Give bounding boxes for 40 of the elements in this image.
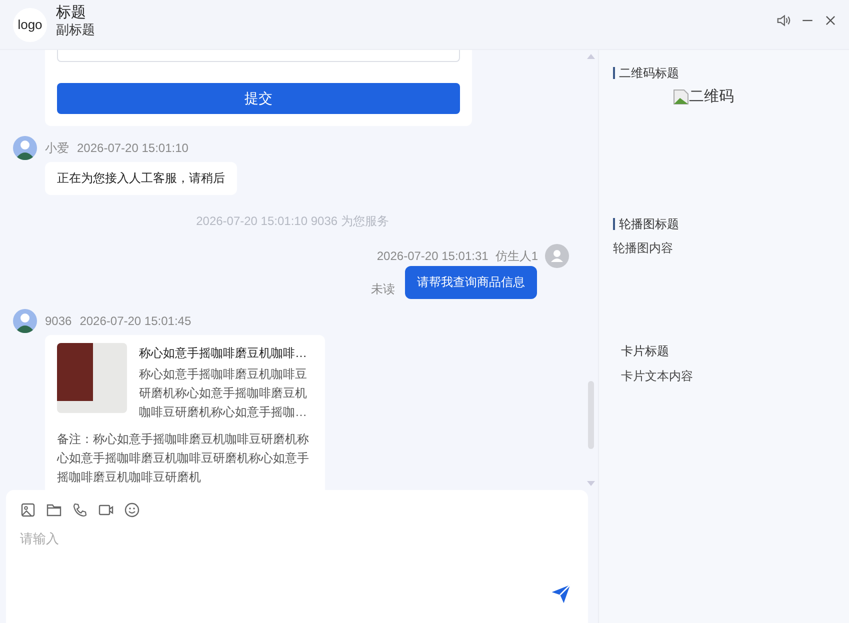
product-title: 称心如意手摇咖啡磨豆机咖啡… [139, 345, 308, 362]
send-icon[interactable] [550, 583, 572, 605]
message-bubble: 正在为您接入人工客服，请稍后 [45, 162, 237, 195]
section-title: 二维码标题 [613, 67, 835, 79]
product-note: 备注：称心如意手摇咖啡磨豆机咖啡豆研磨机称心如意手摇咖啡磨豆机咖啡豆研磨机称心如意手摇咖啡磨豆机咖啡豆研磨机 [57, 431, 310, 486]
speaker-icon[interactable] [776, 13, 791, 28]
phone-icon[interactable] [72, 502, 88, 518]
avatar-icon [13, 309, 37, 333]
avatar-icon [545, 244, 569, 268]
message-time: 2026-07-20 15:01:10 [77, 141, 188, 155]
sender-name: 小爱 [45, 140, 69, 156]
card-text: 卡片文本内容 [621, 368, 694, 385]
emoji-icon[interactable] [124, 502, 140, 518]
close-icon[interactable] [824, 14, 837, 27]
sender-name: 9036 [45, 314, 72, 328]
message-time: 2026-07-20 15:01:31 [376, 249, 488, 263]
broken-image-icon [673, 88, 689, 104]
image-icon[interactable] [20, 502, 36, 518]
message-input[interactable]: 请输入 [6, 518, 588, 623]
read-status: 未读 [371, 281, 395, 298]
window-subtitle: 副标题 [56, 22, 95, 38]
carousel-content: 轮播图内容 [613, 240, 674, 257]
product-description: 称心如意手摇咖啡磨豆机咖啡豆研磨机称心如意手摇咖啡磨豆机咖啡豆研磨机称心如意手摇咖… [139, 366, 308, 421]
qr-code-alt-text: 二维码 [689, 87, 734, 106]
window-title: 标题 [56, 4, 87, 22]
message-time: 2026-07-20 15:01:45 [80, 314, 192, 328]
message-bubble: 请帮我查询商品信息 [405, 266, 537, 299]
input-field[interactable] [57, 50, 460, 62]
scrollbar-thumb[interactable] [588, 381, 594, 449]
logo: logo [13, 8, 47, 42]
card-title: 卡片标题 [621, 343, 670, 360]
folder-icon[interactable] [46, 502, 62, 518]
section-title: 轮播图标题 [613, 218, 835, 230]
avatar-icon [13, 136, 37, 160]
submit-button[interactable]: 提交 [57, 83, 460, 114]
sender-name: 仿生人1 [495, 248, 538, 264]
video-icon[interactable] [98, 502, 114, 518]
system-notice: 2026-07-20 15:01:10 9036 为您服务 [195, 213, 390, 230]
product-card[interactable]: 称心如意手摇咖啡磨豆机咖啡… 称心如意手摇咖啡磨豆机咖啡豆研磨机称心如意手摇咖啡磨豆机咖啡豆研磨机称心如意手摇咖… 备注：称心如意手摇咖啡磨豆机咖啡豆研磨机称心如意手摇咖啡磨豆机咖啡豆研磨机称心如意手摇咖啡磨豆机咖啡豆研磨机 [45, 335, 325, 490]
photo-placeholder [57, 343, 127, 413]
